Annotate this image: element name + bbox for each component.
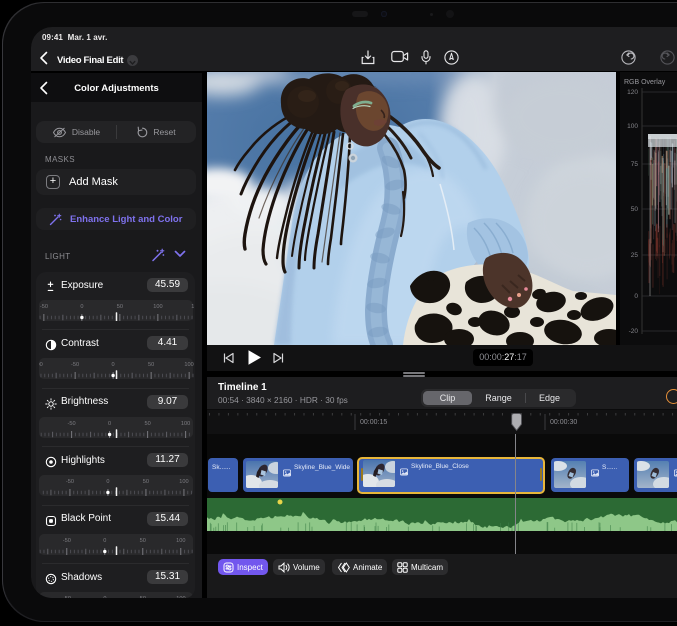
svg-text:50: 50 bbox=[147, 363, 153, 369]
svg-text:50: 50 bbox=[139, 596, 145, 598]
svg-text:75: 75 bbox=[631, 161, 639, 168]
svg-text:-20: -20 bbox=[629, 328, 639, 335]
svg-text:100: 100 bbox=[180, 421, 189, 427]
svg-text:-50: -50 bbox=[67, 421, 75, 427]
svg-text:RGB Overlay: RGB Overlay bbox=[624, 79, 666, 86]
svg-text:100: 100 bbox=[153, 304, 162, 310]
svg-text:100: 100 bbox=[184, 363, 193, 369]
svg-text:0: 0 bbox=[106, 479, 109, 485]
svg-text:100: 100 bbox=[176, 538, 185, 544]
svg-text:-50: -50 bbox=[62, 538, 70, 544]
svg-text:0: 0 bbox=[108, 421, 111, 427]
svg-text:50: 50 bbox=[631, 206, 639, 213]
svg-text:00:00:15: 00:00:15 bbox=[360, 419, 387, 426]
svg-text:0: 0 bbox=[634, 293, 638, 300]
svg-text:0: 0 bbox=[103, 538, 106, 544]
svg-text:50: 50 bbox=[116, 304, 122, 310]
svg-text:50: 50 bbox=[139, 538, 145, 544]
svg-text:25: 25 bbox=[631, 252, 639, 259]
svg-text:120: 120 bbox=[627, 89, 638, 96]
svg-text:-50: -50 bbox=[65, 479, 73, 485]
svg-text:150: 150 bbox=[191, 304, 194, 310]
svg-text:-100: -100 bbox=[39, 363, 43, 369]
svg-text:100: 100 bbox=[179, 479, 188, 485]
svg-text:-50: -50 bbox=[62, 596, 70, 598]
svg-text:0: 0 bbox=[80, 304, 83, 310]
svg-text:00:00:30: 00:00:30 bbox=[550, 419, 577, 426]
svg-text:-50: -50 bbox=[71, 363, 79, 369]
svg-text:50: 50 bbox=[142, 479, 148, 485]
svg-text:0: 0 bbox=[111, 363, 114, 369]
svg-text:100: 100 bbox=[627, 123, 638, 130]
svg-text:100: 100 bbox=[176, 596, 185, 598]
svg-text:-50: -50 bbox=[39, 304, 47, 310]
svg-text:0: 0 bbox=[103, 596, 106, 598]
svg-text:50: 50 bbox=[144, 421, 150, 427]
